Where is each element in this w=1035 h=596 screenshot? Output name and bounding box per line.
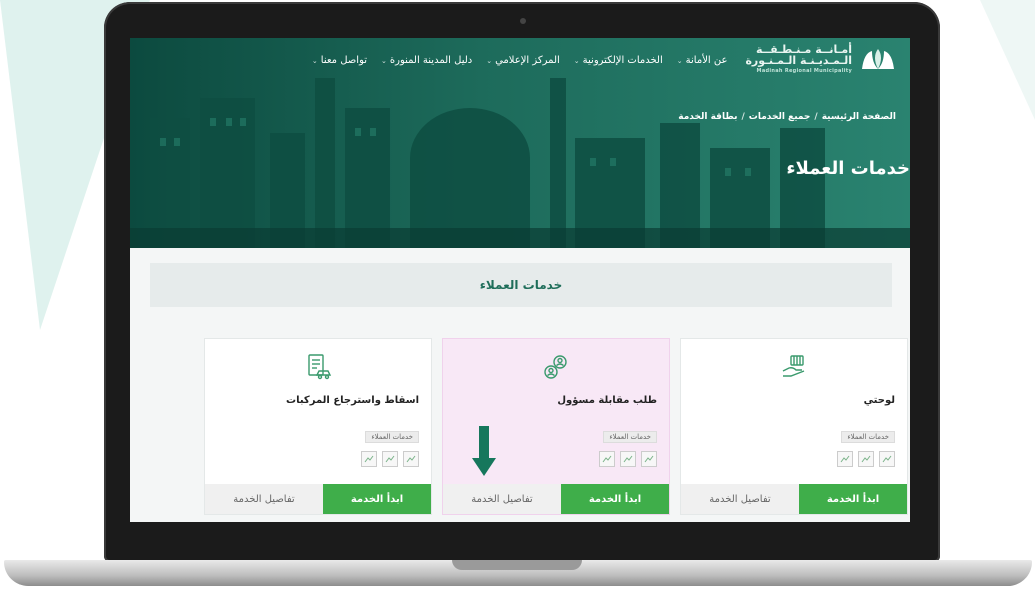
section-title: خدمات العملاء xyxy=(479,278,563,292)
users-meeting-icon xyxy=(443,353,669,385)
start-service-button[interactable]: ابدأ الخدمة xyxy=(323,484,431,514)
page-title: خدمات العملاء xyxy=(786,158,910,179)
browser-screen: أمـانــة مـنـطـقــة الـمـديـنـة الـمـنـو… xyxy=(130,38,910,522)
broken-image-icon xyxy=(858,451,874,467)
section-heading-band: خدمات العملاء xyxy=(150,263,892,307)
category-tag[interactable]: خدمات العملاء xyxy=(365,431,419,443)
menu-label: تواصل معنا xyxy=(320,54,368,66)
menu-label: الخدمات الإلكترونية xyxy=(582,54,663,66)
category-tag[interactable]: خدمات العملاء xyxy=(841,431,895,443)
logo-leaf-icon xyxy=(862,49,894,69)
channel-icons xyxy=(361,451,419,467)
logo-text: أمـانــة مـنـطـقــة الـمـديـنـة الـمـنـو… xyxy=(745,44,852,77)
broken-image-icon xyxy=(620,451,636,467)
breadcrumb: الصفحة الرئيسية / جميع الخدمات / بطاقة ا… xyxy=(678,112,896,122)
breadcrumb-service-card: بطاقة الخدمة xyxy=(678,112,738,122)
hero-banner: أمـانــة مـنـطـقــة الـمـديـنـة الـمـنـو… xyxy=(130,38,910,248)
breadcrumb-home[interactable]: الصفحة الرئيسية xyxy=(822,112,896,122)
broken-image-icon xyxy=(403,451,419,467)
menu-item-about[interactable]: عن الأمانة⌄ xyxy=(677,55,728,66)
channel-icons xyxy=(599,451,657,467)
laptop-notch xyxy=(452,560,582,570)
menu-item-media[interactable]: المركز الإعلامي⌄ xyxy=(486,55,560,66)
menu-label: دليل المدينة المنورة xyxy=(389,54,473,66)
broken-image-icon xyxy=(879,451,895,467)
top-navigation: أمـانــة مـنـطـقــة الـمـديـنـة الـمـنـو… xyxy=(130,38,910,82)
broken-image-icon xyxy=(641,451,657,467)
breadcrumb-separator: / xyxy=(814,112,818,122)
chevron-down-icon: ⌄ xyxy=(311,56,318,65)
breadcrumb-all-services[interactable]: جميع الخدمات xyxy=(749,112,811,122)
menu-item-contact[interactable]: تواصل معنا⌄ xyxy=(312,55,367,66)
service-details-button[interactable]: تفاصيل الخدمة xyxy=(205,484,323,514)
logo-line3: Madinah Regional Municipality xyxy=(756,67,852,74)
broken-image-icon xyxy=(599,451,615,467)
chevron-down-icon: ⌄ xyxy=(381,56,387,65)
service-details-button[interactable]: تفاصيل الخدمة xyxy=(443,484,561,514)
breadcrumb-separator: / xyxy=(741,112,745,122)
start-service-button[interactable]: ابدأ الخدمة xyxy=(799,484,907,514)
card-title: طلب مقابلة مسؤول xyxy=(557,395,657,406)
logo[interactable]: أمـانــة مـنـطـقــة الـمـديـنـة الـمـنـو… xyxy=(745,44,898,77)
service-card-vehicles: اسقاط واسترجاع المركبات خدمات العملاء اب… xyxy=(204,338,432,515)
chevron-down-icon: ⌄ xyxy=(676,56,683,65)
broken-image-icon xyxy=(837,451,853,467)
start-service-button[interactable]: ابدأ الخدمة xyxy=(561,484,669,514)
card-title: لوحتي xyxy=(863,395,895,406)
document-car-icon xyxy=(205,353,431,385)
menu-item-eservices[interactable]: الخدمات الإلكترونية⌄ xyxy=(574,55,663,66)
channel-icons xyxy=(837,451,895,467)
logo-line2: الـمـديـنـة الـمـنـورة xyxy=(745,53,852,67)
category-tag[interactable]: خدمات العملاء xyxy=(603,431,657,443)
broken-image-icon xyxy=(361,451,377,467)
main-menu: عن الأمانة⌄ الخدمات الإلكترونية⌄ المركز … xyxy=(312,55,728,66)
service-card-my-plates: لوحتي خدمات العملاء ابدأ الخدمة تفاصيل ا… xyxy=(680,338,908,515)
arrow-down-icon xyxy=(472,426,496,476)
camera xyxy=(520,18,526,24)
service-details-button[interactable]: تفاصيل الخدمة xyxy=(681,484,799,514)
broken-image-icon xyxy=(382,451,398,467)
hand-card-icon xyxy=(681,353,907,383)
chevron-down-icon: ⌄ xyxy=(486,56,493,65)
chevron-down-icon: ⌄ xyxy=(573,56,580,65)
logo-line1: أمـانــة مـنـطـقــة xyxy=(755,42,852,56)
menu-item-guide[interactable]: دليل المدينة المنورة⌄ xyxy=(381,55,472,66)
menu-label: المركز الإعلامي xyxy=(495,54,560,66)
card-title: اسقاط واسترجاع المركبات xyxy=(286,395,419,406)
menu-label: عن الأمانة xyxy=(685,54,728,66)
